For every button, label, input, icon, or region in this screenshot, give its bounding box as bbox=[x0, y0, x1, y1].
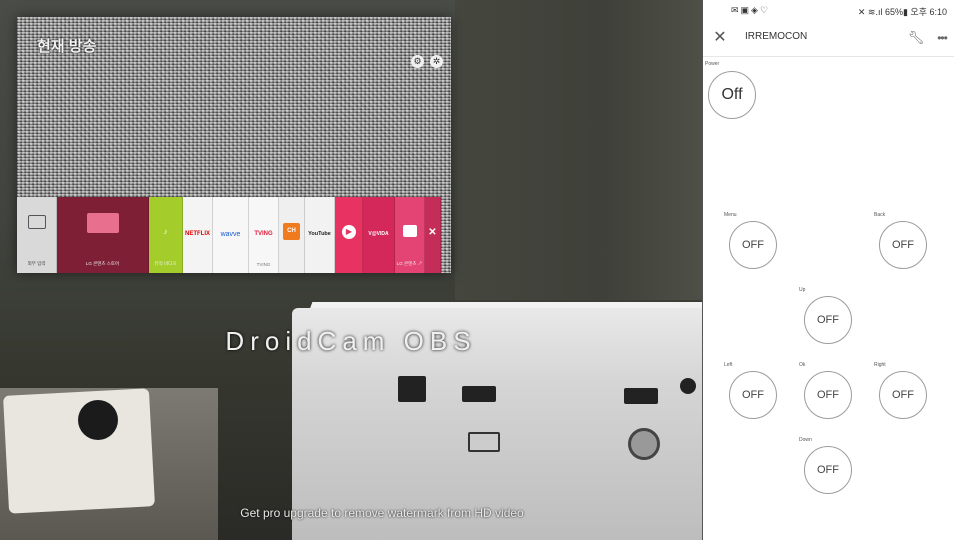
tile-vivida: V@VIDA bbox=[363, 197, 395, 273]
up-label: Up bbox=[799, 287, 806, 293]
projected-tv-screen: 현재 방송 ⚙ ✲ 외부 입력 LG 콘텐츠 스토어 ♪ 뮤직 비디오 NETF… bbox=[17, 17, 451, 273]
tile-logo-text: TVING bbox=[254, 231, 273, 237]
usb-port bbox=[468, 432, 500, 452]
pro-upgrade-notice: Get pro upgrade to remove watermark from… bbox=[240, 506, 524, 520]
wrench-icon[interactable]: 🔧︎ bbox=[907, 28, 925, 48]
tile-label: LG 콘텐츠 스토어 bbox=[85, 261, 120, 266]
power-label: Power bbox=[705, 61, 720, 67]
tile-lg-content-store: LG 콘텐츠 스토어 bbox=[57, 197, 149, 273]
tile-logo-text: ♪ bbox=[163, 227, 168, 236]
down-button[interactable]: OFF bbox=[804, 446, 852, 494]
tile-netflix: NETFLIX bbox=[183, 197, 213, 273]
tv-launcher-bar: 외부 입력 LG 콘텐츠 스토어 ♪ 뮤직 비디오 NETFLIX wavve bbox=[17, 197, 451, 273]
up-button[interactable]: OFF bbox=[804, 296, 852, 344]
hdmi-port-2 bbox=[624, 388, 658, 404]
camera-feed: 현재 방송 ⚙ ✲ 외부 입력 LG 콘텐츠 스토어 ♪ 뮤직 비디오 NETF… bbox=[0, 0, 702, 540]
power-button[interactable]: Off bbox=[708, 71, 756, 119]
tile-logo-text: CH bbox=[287, 228, 296, 234]
tools-icon: ✕ bbox=[428, 227, 437, 238]
tv-top-icons: ⚙ ✲ bbox=[411, 55, 443, 68]
status-bar: ✉▣◈♡ ✕ ≋.ıl 65%▮ 오후 6:10 bbox=[703, 0, 954, 22]
tile-logo-text: wavve bbox=[220, 231, 241, 238]
gear-icon: ✲ bbox=[430, 55, 443, 68]
tile-logo-text: YouTube bbox=[308, 231, 331, 237]
ok-button[interactable]: OFF bbox=[804, 371, 852, 419]
status-indicators: ✕ ≋.ıl 65%▮ 오후 6:10 bbox=[857, 7, 947, 17]
tile-logo-text: V@VIDA bbox=[368, 231, 389, 237]
droidcam-watermark: DroidCam OBS bbox=[225, 326, 477, 356]
tile-play-app: ▶ bbox=[335, 197, 363, 273]
close-icon[interactable]: ✕ bbox=[710, 28, 730, 48]
tile-logo-text: NETFLIX bbox=[185, 231, 210, 237]
tile-youtube: YouTube bbox=[305, 197, 335, 273]
round-port bbox=[680, 378, 696, 394]
notification-icons: ✉▣◈♡ bbox=[731, 5, 771, 15]
tile-channel-plus: CH bbox=[279, 197, 305, 273]
app-title: IRREMOCON bbox=[745, 31, 808, 42]
tv-input-icon bbox=[28, 215, 46, 229]
right-label: Right bbox=[874, 362, 886, 368]
left-button[interactable]: OFF bbox=[729, 371, 777, 419]
play-icon: ▶ bbox=[342, 225, 356, 239]
shopping-bag-icon bbox=[403, 225, 417, 237]
ok-label: Ok bbox=[799, 362, 806, 368]
channel-title: 현재 방송 bbox=[37, 38, 97, 55]
right-button[interactable]: OFF bbox=[879, 371, 927, 419]
tile-tools: ✕ bbox=[425, 197, 441, 273]
tile-external-input: 외부 입력 bbox=[17, 197, 57, 273]
left-label: Left bbox=[724, 362, 733, 368]
dc-jack bbox=[628, 428, 660, 460]
more-icon[interactable]: ••• bbox=[933, 28, 951, 48]
ir-module bbox=[78, 400, 118, 440]
back-label: Back bbox=[874, 212, 886, 218]
down-label: Down bbox=[799, 437, 812, 443]
hdmi-port bbox=[462, 386, 496, 402]
menu-label: Menu bbox=[724, 212, 737, 218]
app-bar: ✕ IRREMOCON 🔧︎ ••• bbox=[703, 22, 954, 57]
tile-music-video: ♪ 뮤직 비디오 bbox=[149, 197, 183, 273]
settings-icon: ⚙ bbox=[411, 55, 424, 68]
tile-wavve: wavve bbox=[213, 197, 249, 273]
screen: 현재 방송 ⚙ ✲ 외부 입력 LG 콘텐츠 스토어 ♪ 뮤직 비디오 NETF… bbox=[0, 0, 954, 540]
lg-store-logo-icon bbox=[87, 213, 119, 233]
breadboard bbox=[3, 388, 155, 514]
tile-label: 뮤직 비디오 bbox=[154, 261, 177, 266]
tile-label: LG 콘텐츠 ↗ bbox=[396, 261, 423, 266]
lan-port bbox=[398, 376, 426, 402]
tile-tving: TVING TVING bbox=[249, 197, 279, 273]
phone-screen: ✉▣◈♡ ✕ ≋.ıl 65%▮ 오후 6:10 ✕ IRREMOCON 🔧︎ … bbox=[702, 0, 954, 540]
tile-lg-store: LG 콘텐츠 ↗ bbox=[395, 197, 425, 273]
tile-label: TVING bbox=[256, 262, 271, 267]
menu-button[interactable]: OFF bbox=[729, 221, 777, 269]
back-button[interactable]: OFF bbox=[879, 221, 927, 269]
wall-background bbox=[455, 0, 702, 300]
tile-label: 외부 입력 bbox=[27, 261, 46, 266]
